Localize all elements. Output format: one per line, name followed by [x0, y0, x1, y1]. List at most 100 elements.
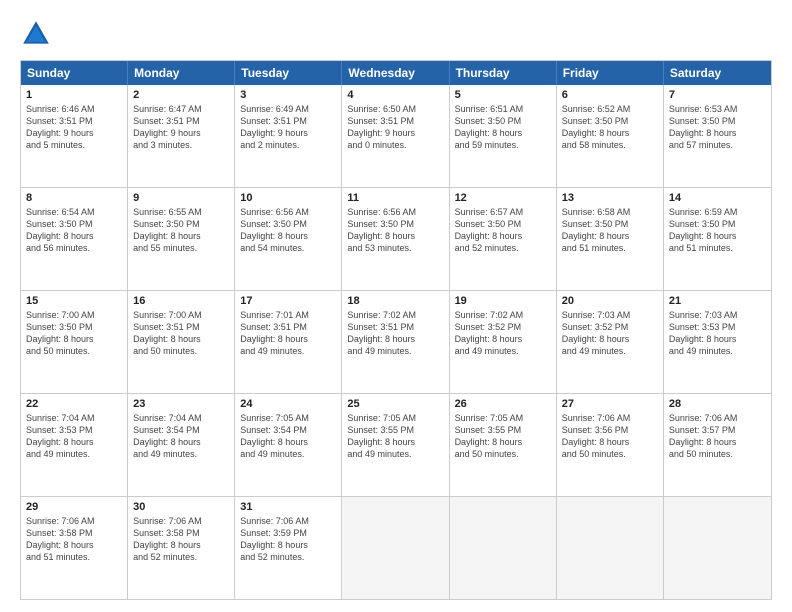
page: SundayMondayTuesdayWednesdayThursdayFrid… — [0, 0, 792, 612]
header-day-friday: Friday — [557, 61, 664, 85]
calendar: SundayMondayTuesdayWednesdayThursdayFrid… — [20, 60, 772, 600]
calendar-cell-day-13: 13 Sunrise: 6:58 AM Sunset: 3:50 PM Dayli… — [557, 188, 664, 290]
day-info: Sunrise: 6:58 AM Sunset: 3:50 PM Dayligh… — [562, 206, 658, 255]
calendar-cell-day-24: 24 Sunrise: 7:05 AM Sunset: 3:54 PM Dayli… — [235, 394, 342, 496]
calendar-cell-day-14: 14Sunrise: 6:59 AM Sunset: 3:50 PM Dayli… — [664, 188, 771, 290]
calendar-cell-day-3: 3 Sunrise: 6:49 AM Sunset: 3:51 PM Daylig… — [235, 85, 342, 187]
calendar-cell-day-2: 2Sunrise: 6:47 AM Sunset: 3:51 PM Daylig… — [128, 85, 235, 187]
day-info: Sunrise: 7:06 AM Sunset: 3:58 PM Dayligh… — [133, 515, 229, 564]
calendar-row-2: 8Sunrise: 6:54 AM Sunset: 3:50 PM Daylig… — [21, 187, 771, 290]
calendar-cell-empty — [342, 497, 449, 599]
day-info: Sunrise: 7:06 AM Sunset: 3:58 PM Dayligh… — [26, 515, 122, 564]
day-number: 22 — [26, 398, 122, 410]
calendar-cell-empty — [450, 497, 557, 599]
header-day-wednesday: Wednesday — [342, 61, 449, 85]
calendar-cell-day-15: 15 Sunrise: 7:00 AM Sunset: 3:50 PM Dayli… — [21, 291, 128, 393]
day-number: 6 — [562, 89, 658, 101]
day-info: Sunrise: 7:01 AM Sunset: 3:51 PM Dayligh… — [240, 309, 336, 358]
day-info: Sunrise: 6:53 AM Sunset: 3:50 PM Dayligh… — [669, 103, 766, 152]
day-number: 23 — [133, 398, 229, 410]
calendar-row-1: 1 Sunrise: 6:46 AM Sunset: 3:51 PM Daylig… — [21, 85, 771, 187]
day-info: Sunrise: 7:06 AM Sunset: 3:59 PM Dayligh… — [240, 515, 336, 564]
logo — [20, 18, 58, 50]
header-day-tuesday: Tuesday — [235, 61, 342, 85]
day-number: 9 — [133, 192, 229, 204]
calendar-cell-day-30: 30Sunrise: 7:06 AM Sunset: 3:58 PM Dayli… — [128, 497, 235, 599]
day-number: 13 — [562, 192, 658, 204]
day-info: Sunrise: 7:03 AM Sunset: 3:52 PM Dayligh… — [562, 309, 658, 358]
day-number: 19 — [455, 295, 551, 307]
calendar-cell-day-6: 6Sunrise: 6:52 AM Sunset: 3:50 PM Daylig… — [557, 85, 664, 187]
calendar-cell-empty — [664, 497, 771, 599]
day-number: 20 — [562, 295, 658, 307]
day-info: Sunrise: 6:49 AM Sunset: 3:51 PM Dayligh… — [240, 103, 336, 152]
calendar-cell-day-11: 11 Sunrise: 6:56 AM Sunset: 3:50 PM Dayli… — [342, 188, 449, 290]
calendar-cell-day-17: 17 Sunrise: 7:01 AM Sunset: 3:51 PM Dayli… — [235, 291, 342, 393]
calendar-cell-day-8: 8Sunrise: 6:54 AM Sunset: 3:50 PM Daylig… — [21, 188, 128, 290]
day-info: Sunrise: 7:05 AM Sunset: 3:55 PM Dayligh… — [455, 412, 551, 461]
day-number: 8 — [26, 192, 122, 204]
day-number: 12 — [455, 192, 551, 204]
calendar-cell-day-27: 27 Sunrise: 7:06 AM Sunset: 3:56 PM Dayli… — [557, 394, 664, 496]
calendar-cell-day-20: 20 Sunrise: 7:03 AM Sunset: 3:52 PM Dayli… — [557, 291, 664, 393]
day-info: Sunrise: 6:56 AM Sunset: 3:50 PM Dayligh… — [347, 206, 443, 255]
logo-icon — [20, 18, 52, 50]
day-info: Sunrise: 7:03 AM Sunset: 3:53 PM Dayligh… — [669, 309, 766, 358]
day-info: Sunrise: 7:05 AM Sunset: 3:55 PM Dayligh… — [347, 412, 443, 461]
day-number: 11 — [347, 192, 443, 204]
calendar-cell-day-25: 25 Sunrise: 7:05 AM Sunset: 3:55 PM Dayli… — [342, 394, 449, 496]
day-info: Sunrise: 6:55 AM Sunset: 3:50 PM Dayligh… — [133, 206, 229, 255]
calendar-cell-day-16: 16Sunrise: 7:00 AM Sunset: 3:51 PM Dayli… — [128, 291, 235, 393]
day-info: Sunrise: 7:02 AM Sunset: 3:51 PM Dayligh… — [347, 309, 443, 358]
day-number: 4 — [347, 89, 443, 101]
day-number: 18 — [347, 295, 443, 307]
day-info: Sunrise: 7:04 AM Sunset: 3:53 PM Dayligh… — [26, 412, 122, 461]
calendar-cell-day-18: 18 Sunrise: 7:02 AM Sunset: 3:51 PM Dayli… — [342, 291, 449, 393]
calendar-cell-day-7: 7 Sunrise: 6:53 AM Sunset: 3:50 PM Daylig… — [664, 85, 771, 187]
calendar-cell-day-26: 26 Sunrise: 7:05 AM Sunset: 3:55 PM Dayli… — [450, 394, 557, 496]
day-info: Sunrise: 6:51 AM Sunset: 3:50 PM Dayligh… — [455, 103, 551, 152]
calendar-header: SundayMondayTuesdayWednesdayThursdayFrid… — [21, 61, 771, 85]
day-info: Sunrise: 6:46 AM Sunset: 3:51 PM Dayligh… — [26, 103, 122, 152]
day-info: Sunrise: 7:00 AM Sunset: 3:50 PM Dayligh… — [26, 309, 122, 358]
calendar-row-4: 22 Sunrise: 7:04 AM Sunset: 3:53 PM Dayli… — [21, 393, 771, 496]
day-number: 29 — [26, 501, 122, 513]
calendar-row-3: 15 Sunrise: 7:00 AM Sunset: 3:50 PM Dayli… — [21, 290, 771, 393]
calendar-cell-day-19: 19Sunrise: 7:02 AM Sunset: 3:52 PM Dayli… — [450, 291, 557, 393]
header-day-sunday: Sunday — [21, 61, 128, 85]
day-info: Sunrise: 6:47 AM Sunset: 3:51 PM Dayligh… — [133, 103, 229, 152]
header-day-thursday: Thursday — [450, 61, 557, 85]
day-number: 21 — [669, 295, 766, 307]
calendar-cell-day-9: 9 Sunrise: 6:55 AM Sunset: 3:50 PM Daylig… — [128, 188, 235, 290]
day-info: Sunrise: 7:06 AM Sunset: 3:56 PM Dayligh… — [562, 412, 658, 461]
day-info: Sunrise: 7:05 AM Sunset: 3:54 PM Dayligh… — [240, 412, 336, 461]
calendar-cell-empty — [557, 497, 664, 599]
calendar-cell-day-10: 10 Sunrise: 6:56 AM Sunset: 3:50 PM Dayli… — [235, 188, 342, 290]
calendar-cell-day-31: 31Sunrise: 7:06 AM Sunset: 3:59 PM Dayli… — [235, 497, 342, 599]
day-info: Sunrise: 7:00 AM Sunset: 3:51 PM Dayligh… — [133, 309, 229, 358]
calendar-cell-day-29: 29 Sunrise: 7:06 AM Sunset: 3:58 PM Dayli… — [21, 497, 128, 599]
day-number: 15 — [26, 295, 122, 307]
day-number: 25 — [347, 398, 443, 410]
day-number: 10 — [240, 192, 336, 204]
day-number: 28 — [669, 398, 766, 410]
day-info: Sunrise: 6:50 AM Sunset: 3:51 PM Dayligh… — [347, 103, 443, 152]
day-number: 26 — [455, 398, 551, 410]
day-info: Sunrise: 7:04 AM Sunset: 3:54 PM Dayligh… — [133, 412, 229, 461]
header-day-saturday: Saturday — [664, 61, 771, 85]
day-number: 24 — [240, 398, 336, 410]
day-info: Sunrise: 6:57 AM Sunset: 3:50 PM Dayligh… — [455, 206, 551, 255]
day-number: 3 — [240, 89, 336, 101]
calendar-cell-day-28: 28Sunrise: 7:06 AM Sunset: 3:57 PM Dayli… — [664, 394, 771, 496]
calendar-cell-day-21: 21 Sunrise: 7:03 AM Sunset: 3:53 PM Dayli… — [664, 291, 771, 393]
day-info: Sunrise: 6:56 AM Sunset: 3:50 PM Dayligh… — [240, 206, 336, 255]
day-number: 1 — [26, 89, 122, 101]
calendar-cell-day-12: 12 Sunrise: 6:57 AM Sunset: 3:50 PM Dayli… — [450, 188, 557, 290]
day-number: 27 — [562, 398, 658, 410]
calendar-row-5: 29 Sunrise: 7:06 AM Sunset: 3:58 PM Dayli… — [21, 496, 771, 599]
calendar-cell-day-1: 1 Sunrise: 6:46 AM Sunset: 3:51 PM Daylig… — [21, 85, 128, 187]
day-number: 17 — [240, 295, 336, 307]
calendar-cell-day-4: 4 Sunrise: 6:50 AM Sunset: 3:51 PM Daylig… — [342, 85, 449, 187]
calendar-cell-day-22: 22 Sunrise: 7:04 AM Sunset: 3:53 PM Dayli… — [21, 394, 128, 496]
day-number: 7 — [669, 89, 766, 101]
